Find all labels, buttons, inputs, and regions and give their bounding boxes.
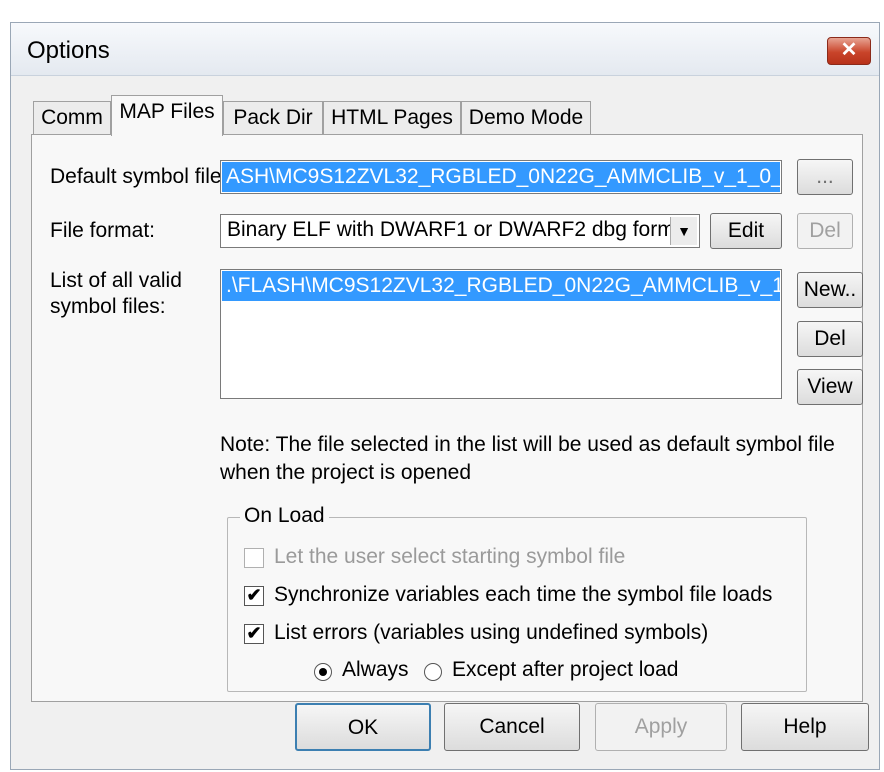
- apply-button[interactable]: Apply: [595, 703, 727, 751]
- new-symbol-button[interactable]: New..: [797, 272, 863, 308]
- browse-button[interactable]: ...: [797, 159, 853, 195]
- let-user-select-label: Let the user select starting symbol file: [274, 545, 626, 568]
- on-load-legend: On Load: [240, 504, 329, 528]
- synchronize-checkbox[interactable]: ✔: [244, 586, 264, 606]
- file-format-label: File format:: [50, 219, 156, 242]
- title-bar[interactable]: Options ✕: [11, 23, 879, 76]
- default-symbol-file-input[interactable]: ASH\MC9S12ZVL32_RGBLED_0N22G_AMMCLIB_v_1…: [220, 160, 782, 194]
- checkmark-icon: ✔: [246, 623, 262, 643]
- close-button[interactable]: ✕: [827, 37, 871, 65]
- tab-map-files[interactable]: MAP Files: [111, 95, 223, 136]
- let-user-select-checkbox[interactable]: [244, 548, 264, 568]
- always-radio[interactable]: [314, 663, 332, 681]
- view-symbol-button[interactable]: View: [797, 369, 863, 405]
- default-symbol-file-value: ASH\MC9S12ZVL32_RGBLED_0N22G_AMMCLIB_v_1…: [222, 162, 781, 192]
- checkmark-icon: ✔: [246, 585, 262, 605]
- edit-button[interactable]: Edit: [710, 213, 782, 249]
- dialog-title: Options: [27, 37, 110, 64]
- on-load-group: On Load Let the user select starting sym…: [227, 504, 807, 692]
- dropdown-arrow-icon[interactable]: ▼: [670, 217, 697, 245]
- except-after-label: Except after project load: [452, 658, 679, 681]
- tab-pack-dir[interactable]: Pack Dir: [223, 101, 323, 135]
- help-button[interactable]: Help: [741, 703, 869, 751]
- symbol-files-label-line2: symbol files:: [50, 295, 166, 318]
- synchronize-label: Synchronize variables each time the symb…: [274, 583, 773, 606]
- ok-button[interactable]: OK: [295, 703, 431, 751]
- symbol-files-label-line1: List of all valid: [50, 269, 182, 292]
- close-icon: ✕: [840, 39, 858, 61]
- del-symbol-button[interactable]: Del: [797, 321, 863, 357]
- map-files-panel: Default symbol file: ASH\MC9S12ZVL32_RGB…: [31, 134, 863, 702]
- note-line2: when the project is opened: [220, 461, 472, 484]
- note-line1: Note: The file selected in the list will…: [220, 433, 835, 456]
- cancel-button[interactable]: Cancel: [444, 703, 580, 751]
- list-item[interactable]: .\FLASH\MC9S12ZVL32_RGBLED_0N22G_AMMCLIB…: [222, 271, 781, 301]
- list-errors-label: List errors (variables using undefined s…: [274, 621, 709, 644]
- tab-html-pages[interactable]: HTML Pages: [323, 101, 461, 135]
- options-dialog: Options ✕ Comm MAP Files Pack Dir HTML P…: [10, 22, 880, 770]
- tab-demo-mode[interactable]: Demo Mode: [461, 101, 591, 135]
- symbol-files-list[interactable]: .\FLASH\MC9S12ZVL32_RGBLED_0N22G_AMMCLIB…: [220, 269, 782, 399]
- tab-comm[interactable]: Comm: [33, 101, 111, 135]
- del-format-button[interactable]: Del: [797, 213, 853, 249]
- file-format-select[interactable]: Binary ELF with DWARF1 or DWARF2 dbg for…: [220, 214, 700, 248]
- except-after-radio[interactable]: [424, 663, 442, 681]
- always-label: Always: [342, 658, 409, 681]
- default-symbol-file-label: Default symbol file:: [50, 165, 228, 188]
- file-format-value: Binary ELF with DWARF1 or DWARF2 dbg for…: [227, 218, 699, 241]
- list-errors-checkbox[interactable]: ✔: [244, 624, 264, 644]
- radio-selected-icon: [319, 668, 327, 676]
